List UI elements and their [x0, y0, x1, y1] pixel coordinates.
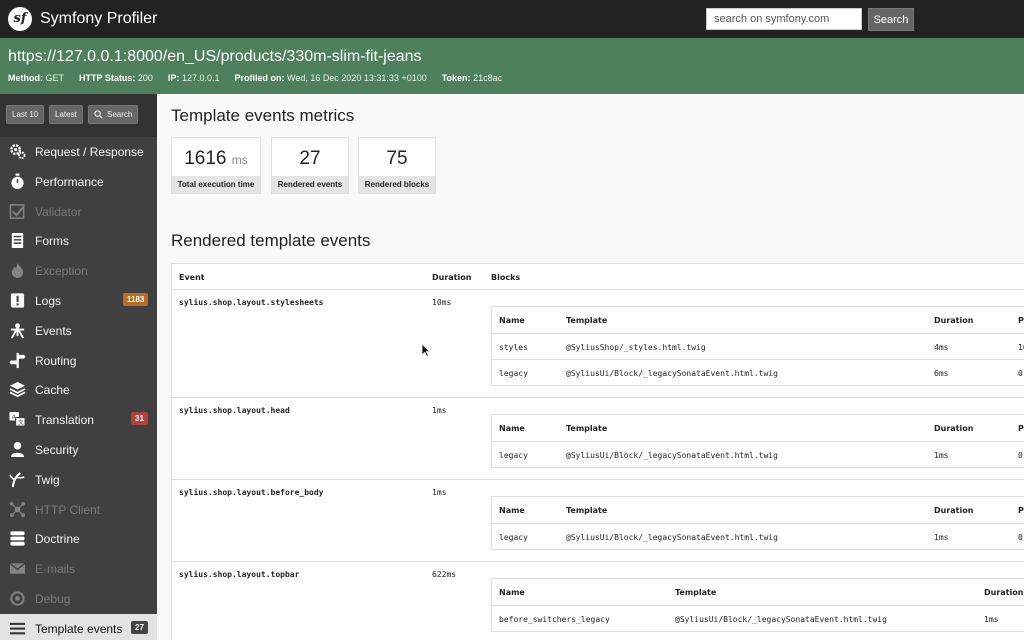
sidebar-item-exception[interactable]: Exception — [0, 256, 157, 285]
translation-icon: A文 — [9, 411, 26, 427]
main-panel: Template events metrics 1616 ms Total ex… — [157, 94, 1024, 640]
template-events-count-badge: 27 — [131, 621, 148, 634]
sidebar-item-translation[interactable]: A文 Translation 31 — [0, 405, 157, 434]
sidebar-item-template-events[interactable]: Template events 27 — [0, 614, 157, 640]
sidebar-item-debug[interactable]: Debug — [0, 584, 157, 613]
block-row: legacy @SyliusUi/Block/_legacySonataEven… — [492, 441, 1024, 467]
database-icon — [10, 531, 25, 546]
checkbox-icon — [9, 204, 25, 219]
meta-ip: IP: 127.0.0.1 — [167, 73, 220, 83]
search-input[interactable] — [706, 8, 862, 30]
profiler-header: sf Symfony Profiler Search — [0, 0, 1024, 38]
latest-button[interactable]: Latest — [49, 105, 83, 124]
sidebar-item-security[interactable]: Security — [0, 435, 157, 464]
layers-icon — [9, 381, 26, 398]
table-row: sylius.shop.layout.stylesheets 10ms Name… — [172, 290, 1024, 398]
symfony-logo-icon[interactable]: sf — [8, 7, 32, 31]
mouse-pointer-icon — [421, 343, 431, 357]
sidebar-item-performance[interactable]: Performance — [0, 167, 157, 196]
request-summary: https://127.0.0.1:8000/en_US/products/33… — [0, 38, 1024, 94]
blocks-table: Name Template Duration Pr styles @Sylius… — [491, 306, 1024, 386]
twig-icon — [9, 472, 25, 488]
logs-count-badge: 1183 — [123, 293, 149, 306]
sidebar-item-routing[interactable]: Routing — [0, 346, 157, 375]
blocks-table: Name Template Duration Pr legacy @Sylius… — [491, 496, 1024, 550]
user-icon — [10, 441, 25, 458]
alert-icon — [10, 293, 25, 308]
events-table-header: Event Duration Blocks — [172, 264, 1024, 290]
search-profiles-button[interactable]: Search — [88, 105, 139, 124]
sidebar-item-forms[interactable]: Forms — [0, 226, 157, 255]
sidebar-shortcuts: Last 10 Latest Search — [0, 94, 157, 137]
request-meta: Method: GET HTTP Status: 200 IP: 127.0.0… — [8, 73, 502, 83]
events-icon — [10, 323, 25, 339]
sidebar: Last 10 Latest Search Request / Response… — [0, 94, 157, 640]
events-table: Event Duration Blocks sylius.shop.layout… — [171, 263, 1024, 640]
search-button[interactable]: Search — [868, 8, 914, 31]
sidebar-item-validator[interactable]: Validator — [0, 197, 157, 226]
meta-status: HTTP Status: 200 — [79, 73, 153, 83]
metrics-heading: Template events metrics — [171, 106, 355, 125]
sidebar-item-http-client[interactable]: HTTP Client — [0, 495, 157, 524]
metric-rendered-blocks: 75 Rendered blocks — [358, 137, 436, 194]
sidebar-item-request-response[interactable]: Request / Response — [0, 137, 157, 166]
block-row: styles @SyliusShop/_styles.html.twig 4ms… — [492, 333, 1024, 359]
brand-title[interactable]: Symfony Profiler — [40, 10, 157, 28]
table-row: sylius.shop.layout.before_body 1ms Name … — [172, 480, 1024, 562]
stopwatch-icon — [11, 173, 24, 190]
search-icon — [94, 110, 103, 119]
block-row: legacy @SyliusUi/Block/_legacySonataEven… — [492, 523, 1024, 549]
form-icon — [11, 232, 24, 249]
sidebar-item-emails[interactable]: E-mails — [0, 554, 157, 583]
meta-profiled: Profiled on: Wed, 16 Dec 2020 13:31:33 +… — [234, 73, 427, 83]
sidebar-item-twig[interactable]: Twig — [0, 465, 157, 494]
fire-icon — [11, 262, 24, 279]
block-row: legacy @SyliusUi/Block/_legacySonataEven… — [492, 359, 1024, 385]
bug-icon — [10, 591, 25, 606]
events-heading: Rendered template events — [171, 231, 371, 250]
metric-rendered-events: 27 Rendered events — [271, 137, 349, 194]
network-icon — [9, 501, 26, 518]
table-row: sylius.shop.layout.head 1ms Name Templat… — [172, 398, 1024, 480]
sidebar-item-events[interactable]: Events — [0, 316, 157, 345]
meta-method: Method: GET — [8, 73, 65, 83]
signpost-icon — [9, 352, 26, 369]
block-row: before_switchers_legacy @SyliusUi/Block/… — [492, 605, 1024, 631]
sidebar-item-doctrine[interactable]: Doctrine — [0, 524, 157, 553]
svg-text:A: A — [12, 415, 16, 421]
envelope-icon — [9, 562, 26, 574]
sidebar-item-logs[interactable]: Logs 1183 — [0, 286, 157, 315]
gears-icon — [10, 144, 26, 160]
svg-text:文: 文 — [18, 419, 24, 427]
meta-token: Token: 21c8ac — [441, 73, 503, 83]
request-url[interactable]: https://127.0.0.1:8000/en_US/products/33… — [8, 48, 422, 66]
sidebar-item-cache[interactable]: Cache — [0, 375, 157, 404]
list-icon — [9, 622, 26, 635]
blocks-table: Name Template Duration before_switchers_… — [491, 578, 1024, 632]
metric-total-execution-time: 1616 ms Total execution time — [171, 137, 261, 194]
translation-count-badge: 31 — [131, 412, 148, 425]
last-10-button[interactable]: Last 10 — [6, 105, 45, 124]
blocks-table: Name Template Duration Pr legacy @Sylius… — [491, 414, 1024, 468]
table-row: sylius.shop.layout.topbar 622ms Name Tem… — [172, 562, 1024, 640]
